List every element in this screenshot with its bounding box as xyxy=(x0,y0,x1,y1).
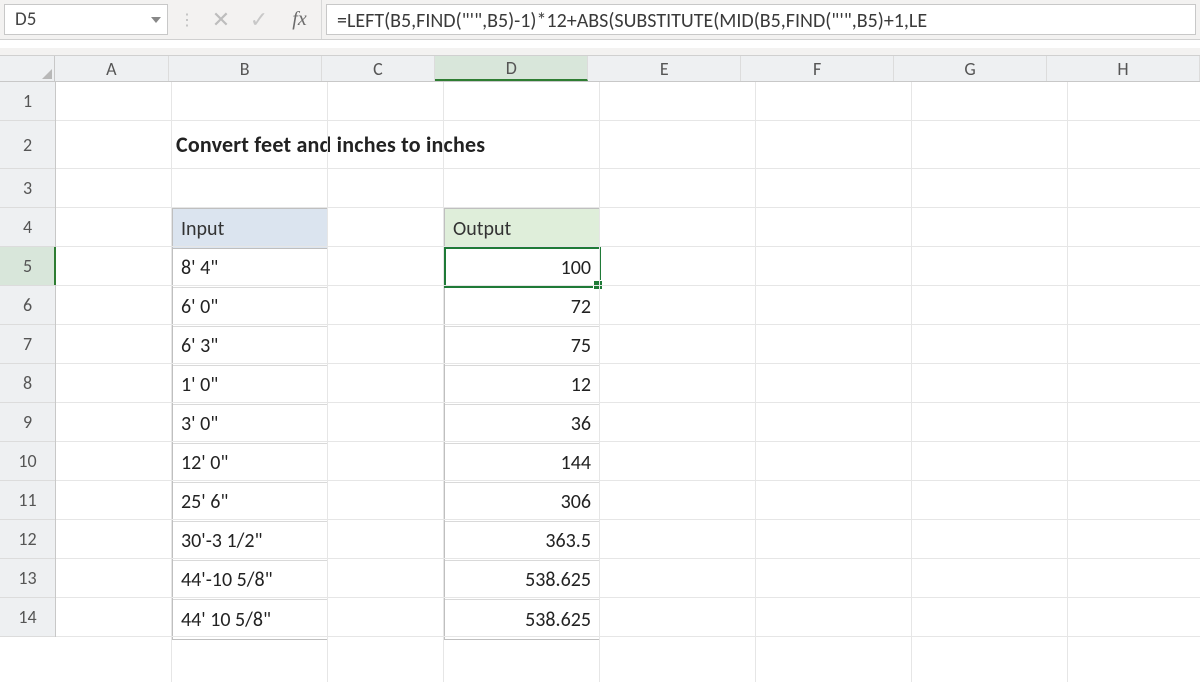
grid-body: 1234567891011121314 Convert feet and inc… xyxy=(0,82,1200,637)
column-header[interactable]: E xyxy=(588,56,741,81)
name-box-value: D5 xyxy=(15,8,36,31)
row-header[interactable]: 3 xyxy=(0,169,55,208)
spreadsheet-grid: A B C D E F G H 1234567891011121314 Conv… xyxy=(0,56,1200,637)
column-header[interactable]: C xyxy=(322,56,436,81)
formula-bar: D5 ⋮ ✕ ✓ fx =LEFT(B5,FIND("'",B5)-1)*12+… xyxy=(0,0,1200,40)
output-cell[interactable]: 100 xyxy=(445,249,599,288)
formula-input[interactable]: =LEFT(B5,FIND("'",B5)-1)*12+ABS(SUBSTITU… xyxy=(326,4,1196,35)
formula-bar-grip-icon: ⋮ xyxy=(172,0,202,39)
row-header[interactable]: 6 xyxy=(0,286,55,325)
output-cell[interactable]: 538.625 xyxy=(445,561,599,600)
output-cell[interactable]: 36 xyxy=(445,405,599,444)
input-cell[interactable]: 6' 3" xyxy=(173,327,327,366)
row-header[interactable]: 5 xyxy=(0,247,55,286)
column-header[interactable]: F xyxy=(741,56,894,81)
input-header-cell[interactable]: Input xyxy=(173,209,327,249)
row-header[interactable]: 14 xyxy=(0,598,55,637)
column-header[interactable]: G xyxy=(894,56,1047,81)
column-header[interactable]: A xyxy=(55,56,169,81)
column-header[interactable]: D xyxy=(435,56,588,81)
output-header-cell[interactable]: Output xyxy=(445,209,599,249)
output-cell[interactable]: 12 xyxy=(445,366,599,405)
row-header[interactable]: 13 xyxy=(0,559,55,598)
row-header[interactable]: 2 xyxy=(0,121,55,169)
cutoff xyxy=(0,620,1200,630)
input-cell[interactable]: 6' 0" xyxy=(173,288,327,327)
output-cell[interactable]: 75 xyxy=(445,327,599,366)
row-header-col: 1234567891011121314 xyxy=(0,82,56,637)
output-table: Output 10072751236144306363.5538.625538.… xyxy=(444,208,600,640)
output-cell[interactable]: 363.5 xyxy=(445,522,599,561)
input-cell[interactable]: 30'-3 1/2" xyxy=(173,522,327,561)
output-cell[interactable]: 144 xyxy=(445,444,599,483)
row-header[interactable]: 1 xyxy=(0,82,55,121)
row-header[interactable]: 4 xyxy=(0,208,55,247)
row-header[interactable]: 7 xyxy=(0,325,55,364)
column-header[interactable]: B xyxy=(169,56,322,81)
name-box[interactable]: D5 xyxy=(4,4,168,35)
input-cell[interactable]: 25' 6" xyxy=(173,483,327,522)
chevron-down-icon[interactable] xyxy=(151,17,161,23)
row-header[interactable]: 9 xyxy=(0,403,55,442)
row-header[interactable]: 8 xyxy=(0,364,55,403)
input-cell[interactable]: 8' 4" xyxy=(173,249,327,288)
spacer xyxy=(0,40,1200,48)
input-cell[interactable]: 12' 0" xyxy=(173,444,327,483)
cancel-formula-button[interactable]: ✕ xyxy=(202,0,240,39)
output-cell[interactable]: 72 xyxy=(445,288,599,327)
insert-function-button[interactable]: fx xyxy=(278,0,322,39)
row-header[interactable]: 12 xyxy=(0,520,55,559)
enter-formula-button[interactable]: ✓ xyxy=(240,0,278,39)
row-header[interactable]: 10 xyxy=(0,442,55,481)
input-cell[interactable]: 3' 0" xyxy=(173,405,327,444)
cells-area[interactable]: Convert feet and inches to inches Input … xyxy=(56,82,1200,637)
column-header-row: A B C D E F G H xyxy=(0,56,1200,82)
sheet-title: Convert feet and inches to inches xyxy=(176,131,485,158)
column-header[interactable]: H xyxy=(1047,56,1200,81)
input-cell[interactable]: 44'-10 5/8" xyxy=(173,561,327,600)
spacer xyxy=(0,48,1200,56)
row-header[interactable]: 11 xyxy=(0,481,55,520)
input-table: Input 8' 4"6' 0"6' 3"1' 0"3' 0"12' 0"25'… xyxy=(172,208,328,640)
select-all-button[interactable] xyxy=(0,56,55,81)
output-cell[interactable]: 306 xyxy=(445,483,599,522)
input-cell[interactable]: 1' 0" xyxy=(173,366,327,405)
